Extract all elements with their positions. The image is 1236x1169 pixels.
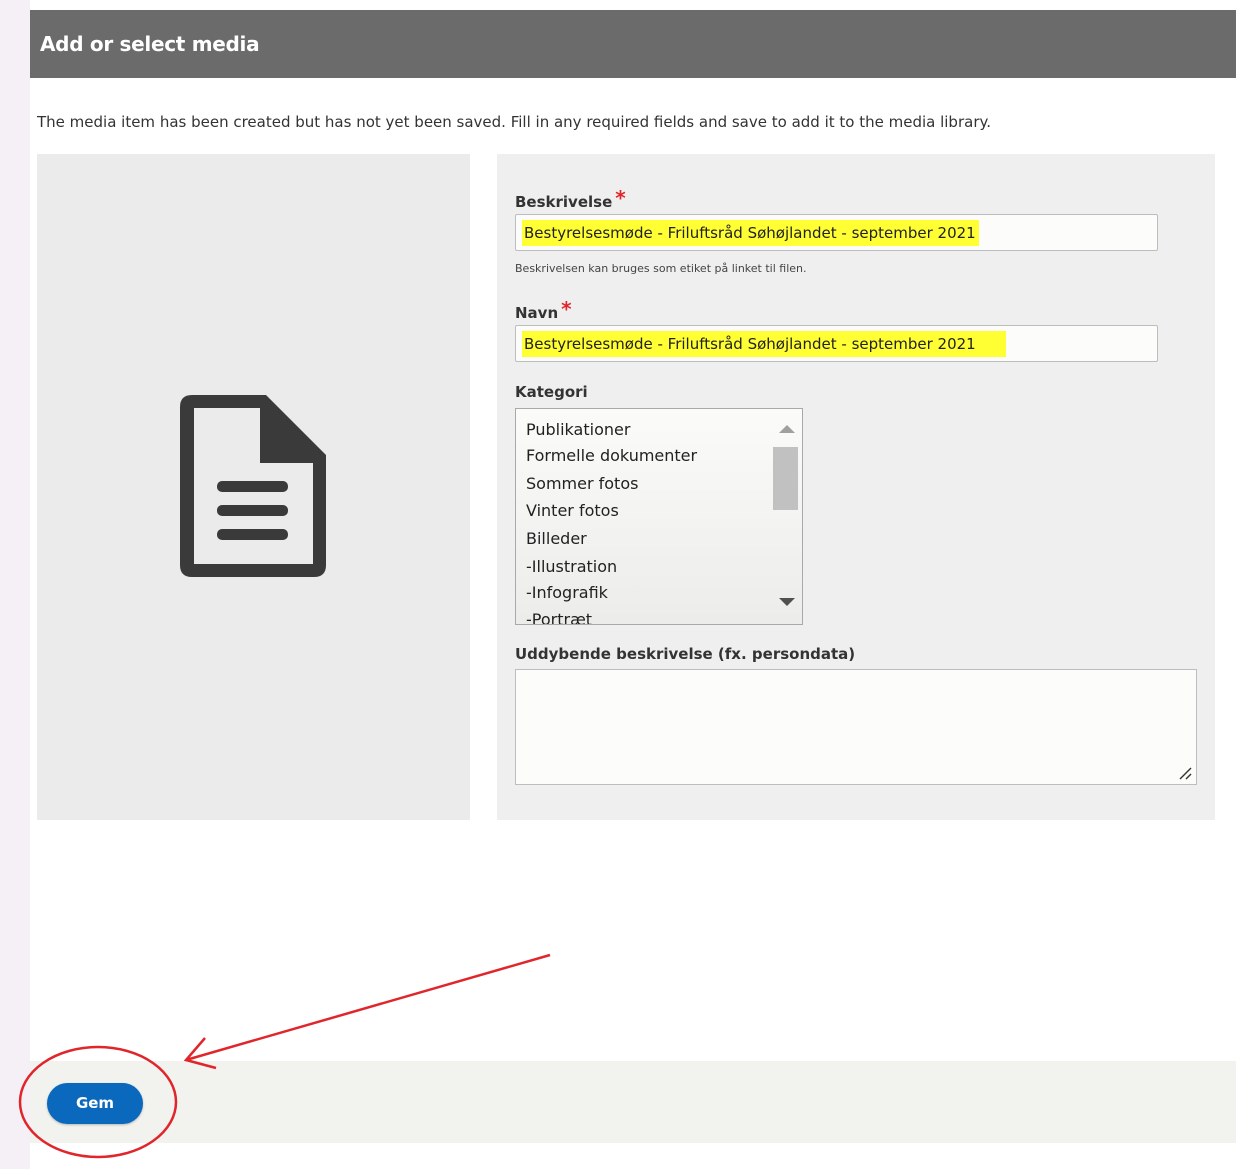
category-option[interactable]: -Portræt xyxy=(526,610,592,624)
category-scrollbar[interactable] xyxy=(769,409,802,624)
category-option[interactable]: -Infografik xyxy=(526,583,608,602)
name-label: Navn * xyxy=(515,297,572,323)
dialog-footer: Gem xyxy=(30,1061,1236,1143)
category-select[interactable]: Publikationer Formelle dokumenter Sommer… xyxy=(515,408,803,625)
name-label-text: Navn xyxy=(515,304,559,322)
category-label: Kategori xyxy=(515,383,588,401)
description-label: Beskrivelse * xyxy=(515,186,626,212)
description-value: Bestyrelsesmøde - Friluftsråd Søhøjlande… xyxy=(522,220,979,246)
dialog-titlebar: Add or select media xyxy=(30,10,1236,78)
dialog-title: Add or select media xyxy=(40,32,260,56)
category-option[interactable]: Formelle dokumenter xyxy=(526,446,697,465)
description-field[interactable]: Bestyrelsesmøde - Friluftsråd Søhøjlande… xyxy=(515,214,1158,251)
required-marker: * xyxy=(561,297,572,321)
media-form: Beskrivelse * Bestyrelsesmøde - Friluftsr… xyxy=(497,154,1215,820)
details-label: Uddybende beskrivelse (fx. persondata) xyxy=(515,645,856,663)
scroll-down-arrow-icon[interactable] xyxy=(779,598,795,606)
name-value: Bestyrelsesmøde - Friluftsråd Søhøjlande… xyxy=(522,331,1006,357)
description-label-text: Beskrivelse xyxy=(515,193,613,211)
resize-handle-icon[interactable] xyxy=(1178,766,1192,780)
required-marker: * xyxy=(615,186,626,210)
category-option[interactable]: Publikationer xyxy=(526,420,630,439)
media-preview xyxy=(37,154,470,820)
media-dialog: Add or select media The media item has b… xyxy=(30,0,1236,1169)
category-option[interactable]: Vinter fotos xyxy=(526,501,619,520)
description-hint: Beskrivelsen kan bruges som etiket på li… xyxy=(515,262,807,275)
category-option[interactable]: Billeder xyxy=(526,529,587,548)
status-message: The media item has been created but has … xyxy=(37,113,991,131)
category-option[interactable]: Sommer fotos xyxy=(526,474,638,493)
document-icon xyxy=(180,395,326,577)
category-option[interactable]: -Illustration xyxy=(526,557,617,576)
name-field[interactable]: Bestyrelsesmøde - Friluftsråd Søhøjlande… xyxy=(515,325,1158,362)
scroll-up-arrow-icon[interactable] xyxy=(779,425,795,433)
details-textarea[interactable] xyxy=(515,669,1197,785)
scroll-thumb[interactable] xyxy=(773,447,798,510)
save-button[interactable]: Gem xyxy=(47,1083,143,1124)
